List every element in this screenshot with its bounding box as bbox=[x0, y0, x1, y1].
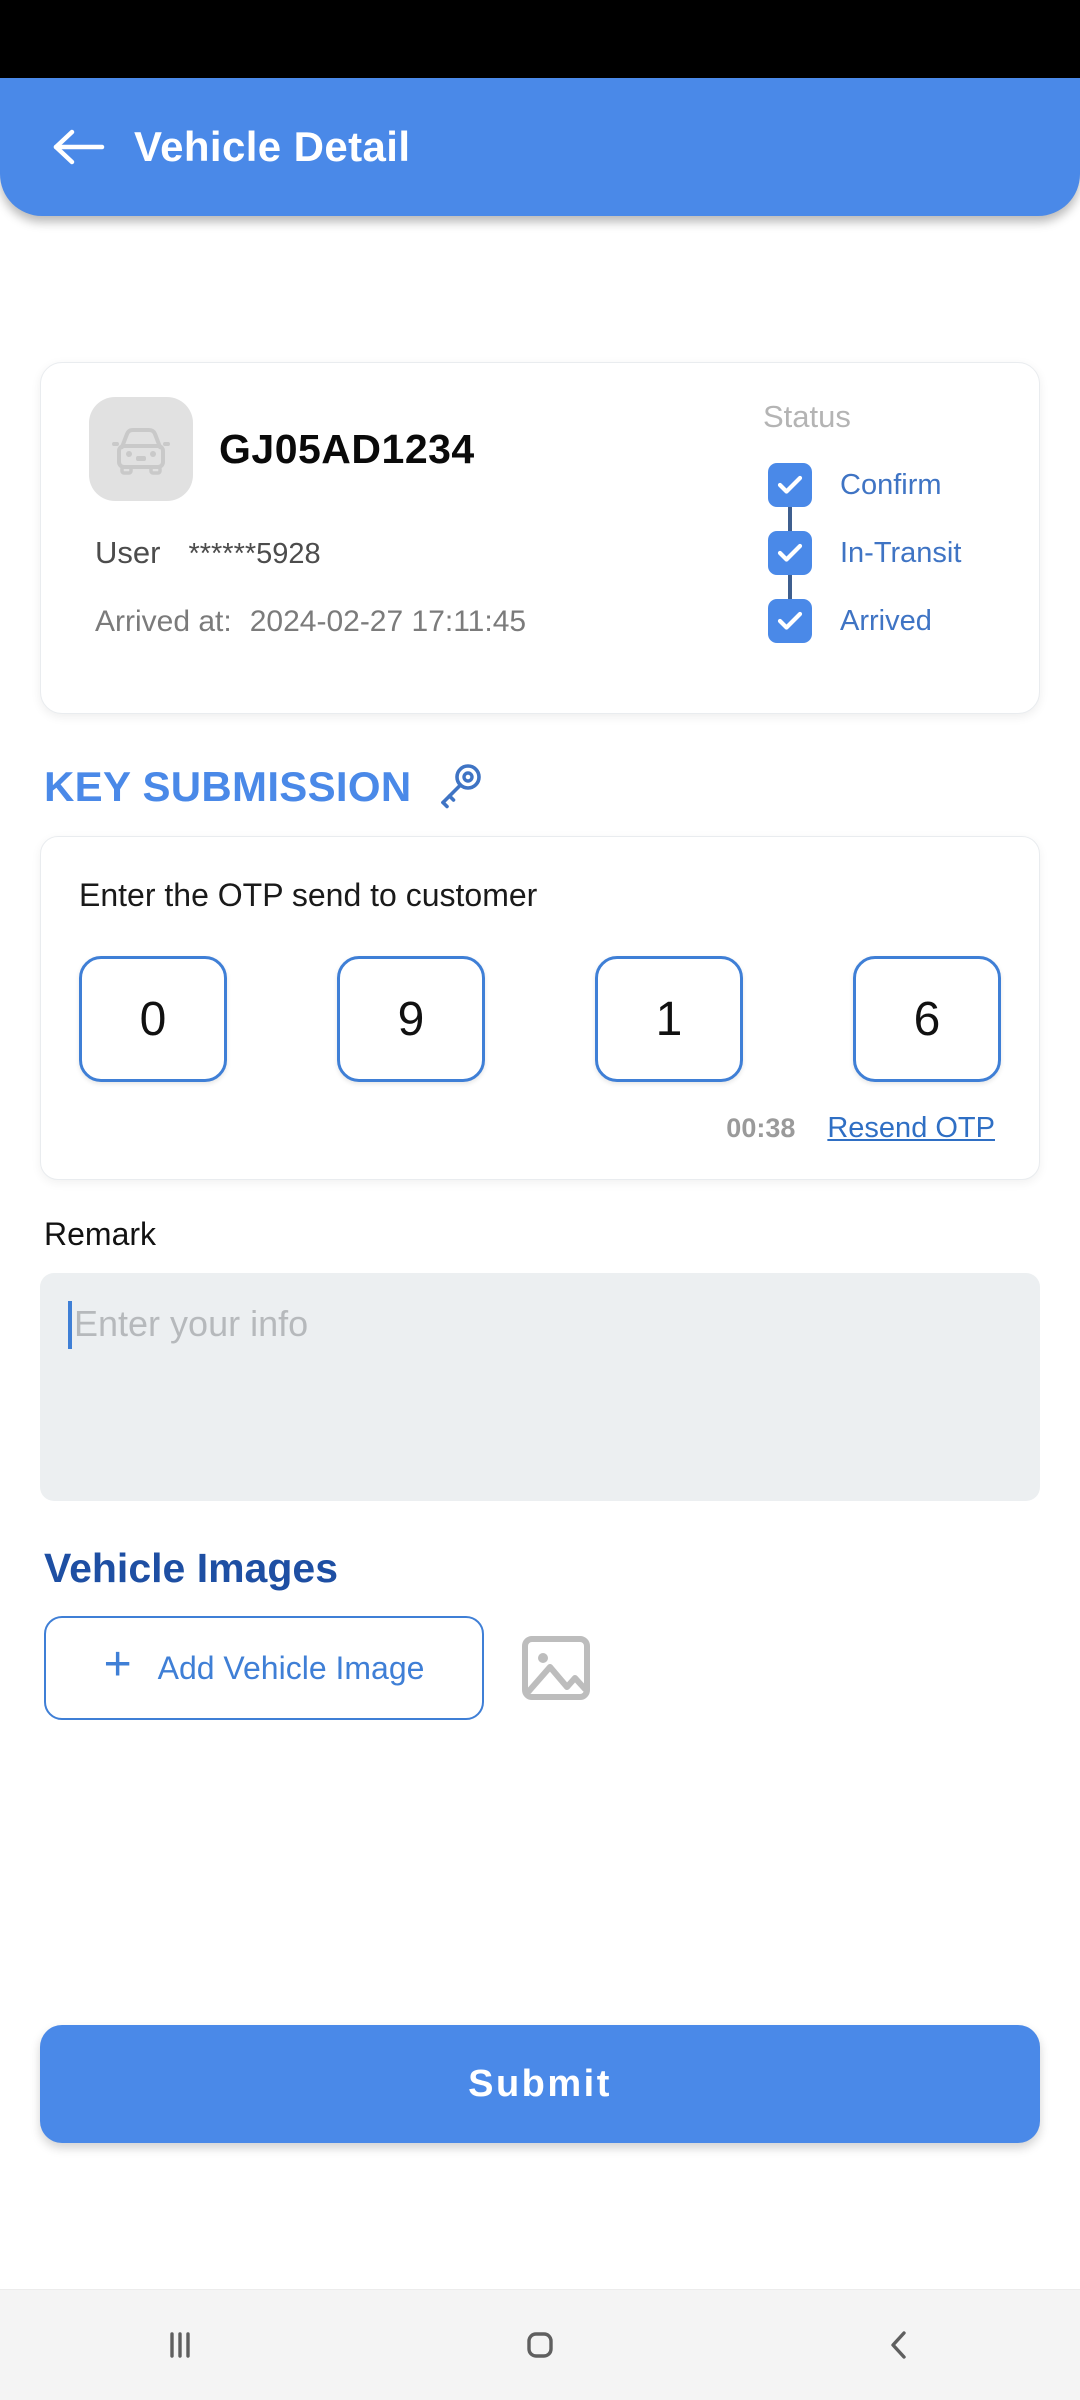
status-item-arrived: Arrived bbox=[759, 587, 1009, 655]
recents-icon bbox=[170, 2332, 190, 2358]
otp-digit-input[interactable]: 0 bbox=[79, 956, 227, 1082]
check-icon bbox=[777, 611, 803, 630]
otp-footer: 00:38 Resend OTP bbox=[79, 1112, 1001, 1145]
submit-button[interactable]: Submit bbox=[40, 2025, 1040, 2143]
vehicle-info-card: GJ05AD1234 User ******5928 Arrived at: 2… bbox=[40, 362, 1040, 714]
status-item-in-transit: In-Transit bbox=[759, 519, 1009, 587]
status-item-confirm: Confirm bbox=[759, 451, 1009, 519]
key-submission-header: KEY SUBMISSION bbox=[40, 762, 1040, 812]
check-icon bbox=[777, 475, 803, 494]
arrived-row: Arrived at: 2024-02-27 17:11:45 bbox=[89, 605, 759, 639]
otp-digit-input[interactable]: 1 bbox=[595, 956, 743, 1082]
resend-otp-link[interactable]: Resend OTP bbox=[827, 1112, 995, 1145]
vehicle-plate-row: GJ05AD1234 bbox=[89, 397, 759, 501]
remark-label: Remark bbox=[44, 1216, 157, 1252]
home-icon bbox=[527, 2332, 553, 2358]
phone-screen: Vehicle Detail GJ05AD1234 User ******592… bbox=[0, 0, 1080, 2400]
page-title: Vehicle Detail bbox=[134, 123, 411, 170]
user-row: User ******5928 bbox=[89, 535, 759, 571]
otp-instruction: Enter the OTP send to customer bbox=[79, 877, 538, 913]
status-heading: Status bbox=[763, 399, 851, 434]
back-chevron-icon bbox=[891, 2331, 906, 2359]
arrow-left-icon bbox=[53, 129, 105, 165]
status-label: Arrived bbox=[840, 604, 932, 637]
vehicle-plate-number: GJ05AD1234 bbox=[219, 425, 475, 472]
checkbox-checked-icon bbox=[768, 463, 812, 507]
appbar-container: Vehicle Detail bbox=[0, 78, 1080, 230]
car-front-icon bbox=[112, 428, 170, 475]
status-bar bbox=[0, 0, 1080, 78]
vehicle-details: GJ05AD1234 User ******5928 Arrived at: 2… bbox=[71, 397, 759, 681]
vehicle-images-row: + Add Vehicle Image bbox=[40, 1616, 1040, 1720]
image-placeholder-icon bbox=[522, 1636, 590, 1700]
user-label: User bbox=[95, 535, 161, 570]
recents-button[interactable] bbox=[110, 2290, 250, 2400]
home-button[interactable] bbox=[470, 2290, 610, 2400]
key-submission-title: KEY SUBMISSION bbox=[44, 763, 412, 810]
plus-icon: + bbox=[103, 1638, 132, 1691]
otp-input-group: 0 9 1 6 bbox=[79, 956, 1001, 1082]
otp-digit-input[interactable]: 6 bbox=[853, 956, 1001, 1082]
otp-card: Enter the OTP send to customer 0 9 1 6 0… bbox=[40, 836, 1040, 1180]
back-button-nav[interactable] bbox=[830, 2290, 970, 2400]
user-value: ******5928 bbox=[188, 538, 321, 570]
status-label: In-Transit bbox=[840, 536, 962, 569]
checkbox-checked-icon bbox=[768, 531, 812, 575]
otp-countdown-timer: 00:38 bbox=[726, 1113, 796, 1143]
add-vehicle-image-label: Add Vehicle Image bbox=[157, 1649, 425, 1686]
arrived-label: Arrived at: bbox=[95, 605, 232, 638]
key-icon bbox=[440, 764, 481, 809]
vehicle-images-title: Vehicle Images bbox=[44, 1545, 339, 1591]
submit-container: Submit bbox=[40, 2025, 1040, 2143]
image-placeholder-thumbnail[interactable] bbox=[510, 1622, 602, 1714]
arrived-timestamp: 2024-02-27 17:11:45 bbox=[249, 605, 527, 638]
status-timeline: Confirm In-Transit Arrived bbox=[759, 451, 1009, 655]
remark-input[interactable]: Enter your info bbox=[40, 1273, 1040, 1501]
status-label: Confirm bbox=[840, 468, 942, 501]
system-navigation-bar bbox=[0, 2289, 1080, 2400]
appbar: Vehicle Detail bbox=[0, 78, 1080, 216]
main-content: GJ05AD1234 User ******5928 Arrived at: 2… bbox=[0, 230, 1080, 2289]
otp-digit-input[interactable]: 9 bbox=[337, 956, 485, 1082]
status-column: Status Confirm In-Transit Arrived bbox=[759, 397, 1009, 681]
back-button[interactable] bbox=[50, 119, 106, 175]
check-icon bbox=[777, 543, 803, 562]
add-vehicle-image-button[interactable]: + Add Vehicle Image bbox=[44, 1616, 484, 1720]
text-cursor bbox=[68, 1301, 72, 1349]
remark-placeholder: Enter your info bbox=[74, 1303, 309, 1344]
checkbox-checked-icon bbox=[768, 599, 812, 643]
vehicle-thumbnail bbox=[89, 397, 193, 501]
